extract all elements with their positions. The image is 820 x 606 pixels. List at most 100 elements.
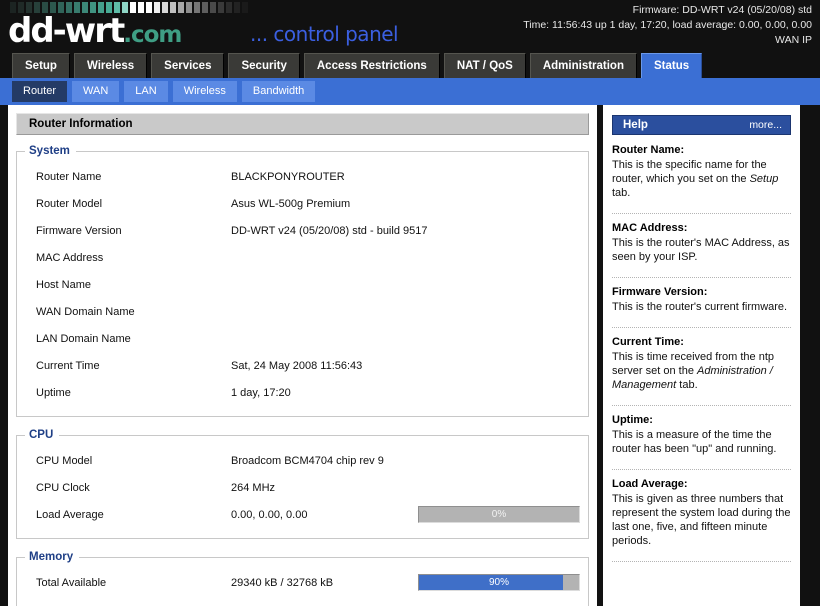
main-tab-status[interactable]: Status [640, 53, 703, 78]
help-item-heading: Uptime: [612, 414, 653, 426]
logo-tick-28 [234, 2, 240, 13]
help-title: Help [623, 119, 648, 131]
logo-tick-24 [202, 2, 208, 13]
logo-wordmark: dd-wrt.com [8, 14, 248, 52]
logo-tick-19 [162, 2, 168, 13]
help-divider [612, 561, 791, 562]
page-header: dd-wrt.com ... control panel Firmware: D… [0, 0, 820, 50]
help-item: Firmware Version: This is the router's cu… [612, 286, 791, 320]
sub-tab-router[interactable]: Router [12, 81, 68, 102]
sub-tab-bandwidth[interactable]: Bandwidth [241, 81, 316, 102]
main-tab-nat-qos[interactable]: NAT / QoS [443, 53, 526, 78]
table-row: CPU Clock 264 MHz [17, 474, 588, 501]
help-item-list: Router Name: This is the specific name fo… [612, 144, 791, 562]
main-tab-bar: Setup Wireless Services Security Access Rest… [0, 50, 820, 78]
total-available-label: Total Available [36, 576, 107, 589]
main-tab-access-restrictions[interactable]: Access Restrictions [303, 53, 440, 78]
table-row: Current Time Sat, 24 May 2008 11:56:43 [17, 352, 588, 379]
row-load-average: Load Average 0.00, 0.00, 0.00 0% [17, 501, 588, 528]
help-divider [612, 327, 791, 328]
system-field-label: Firmware Version [36, 224, 122, 237]
cpu-field-value: 264 MHz [231, 481, 276, 494]
table-row: MAC Address [17, 244, 588, 271]
table-row: Uptime 1 day, 17:20 [17, 379, 588, 406]
system-field-label: MAC Address [36, 251, 104, 264]
sub-tab-wireless[interactable]: Wireless [172, 81, 237, 102]
firmware-line: Firmware: DD-WRT v24 (05/20/08) std [632, 4, 812, 16]
help-item: Current Time: This is time received from … [612, 336, 791, 398]
main-tab-setup[interactable]: Setup [12, 53, 70, 78]
total-available-value: 29340 kB / 32768 kB [231, 576, 334, 589]
help-divider [612, 213, 791, 214]
load-average-progress-bar: 0% [418, 506, 580, 523]
section-memory-legend: Memory [29, 551, 74, 563]
control-panel-caption: ... control panel [250, 22, 399, 46]
logo-tick-23 [194, 2, 200, 13]
help-item-text: This is the specific name for the router… [612, 159, 779, 199]
help-divider [612, 405, 791, 406]
help-header: Help more... [612, 115, 791, 135]
logo-tick-21 [178, 2, 184, 13]
row-total-available: Total Available 29340 kB / 32768 kB 90% [17, 569, 588, 596]
header-status-info: Firmware: DD-WRT v24 (05/20/08) std Time… [523, 3, 812, 48]
total-available-bar-cell: 90% [418, 574, 580, 591]
right-margin [800, 105, 820, 606]
help-item-heading: Firmware Version: [612, 286, 708, 298]
main-tab-security[interactable]: Security [228, 53, 300, 78]
help-item-heading: Current Time: [612, 336, 684, 348]
system-field-label: Router Model [36, 197, 103, 210]
logo-domain-suffix: .com [123, 22, 182, 48]
load-average-bar-label: 0% [491, 509, 507, 520]
help-item: Uptime: This is a measure of the time the… [612, 414, 791, 462]
logo-tick-16 [138, 2, 144, 13]
system-field-label: Router Name [36, 170, 102, 183]
system-field-value: Sat, 24 May 2008 11:56:43 [231, 359, 363, 372]
load-average-value: 0.00, 0.00, 0.00 [231, 508, 308, 521]
table-row: LAN Domain Name [17, 325, 588, 352]
memory-progress-bar: 90% [418, 574, 580, 591]
sub-tab-lan[interactable]: LAN [124, 81, 168, 102]
system-field-value: DD-WRT v24 (05/20/08) std - build 9517 [231, 224, 428, 237]
main-tab-services[interactable]: Services [151, 53, 225, 78]
logo-tick-20 [170, 2, 176, 13]
logo-name: dd-wrt [8, 11, 125, 51]
sub-tab-bar: Router WAN LAN Wireless Bandwidth [0, 78, 820, 105]
help-item-heading: Load Average: [612, 478, 688, 490]
logo-tick-15 [130, 2, 136, 13]
left-margin [0, 105, 8, 606]
cpu-rows: CPU Model Broadcom BCM4704 chip rev 9 CPU … [17, 447, 588, 501]
help-item-emphasis: Setup [749, 173, 779, 185]
help-divider [612, 277, 791, 278]
load-average-label: Load Average [36, 508, 104, 521]
logo-tick-18 [154, 2, 160, 13]
logo-tick-22 [186, 2, 192, 13]
help-item-emphasis: Administration / Management [612, 365, 773, 391]
logo-tick-29 [242, 2, 248, 13]
table-row: CPU Model Broadcom BCM4704 chip rev 9 [17, 447, 588, 474]
logo-tick-26 [218, 2, 224, 13]
help-item: MAC Address: This is the router's MAC Add… [612, 222, 791, 270]
table-row: Firmware Version DD-WRT v24 (05/20/08) st… [17, 217, 588, 244]
time-line: Time: 11:56:43 up 1 day, 17:20, load ave… [523, 19, 812, 31]
table-row: Host Name [17, 271, 588, 298]
table-row: Router Model Asus WL-500g Premium [17, 190, 588, 217]
cpu-field-label: CPU Model [36, 454, 93, 467]
main-column: Router Information System Router Name BLA… [8, 105, 597, 606]
cpu-field-value: Broadcom BCM4704 chip rev 9 [231, 454, 384, 467]
page-title: Router Information [16, 113, 589, 135]
help-item: Router Name: This is the specific name fo… [612, 144, 791, 206]
main-tab-wireless[interactable]: Wireless [73, 53, 148, 78]
help-item-text: This is the router's current firmware. [612, 301, 788, 313]
section-memory: Memory Total Available 29340 kB / 32768 … [16, 551, 589, 606]
help-item-heading: Router Name: [612, 144, 685, 156]
table-row: Router Name BLACKPONYROUTER [17, 163, 588, 190]
help-more-link[interactable]: more... [749, 119, 782, 131]
system-field-value: Asus WL-500g Premium [231, 197, 351, 210]
main-tab-administration[interactable]: Administration [529, 53, 637, 78]
memory-bar-label: 90% [488, 577, 509, 588]
system-field-label: Host Name [36, 278, 92, 291]
system-field-label: WAN Domain Name [36, 305, 135, 318]
brand-logo: dd-wrt.com [8, 2, 248, 52]
sub-tab-wan[interactable]: WAN [72, 81, 120, 102]
system-field-value: BLACKPONYROUTER [231, 170, 345, 183]
